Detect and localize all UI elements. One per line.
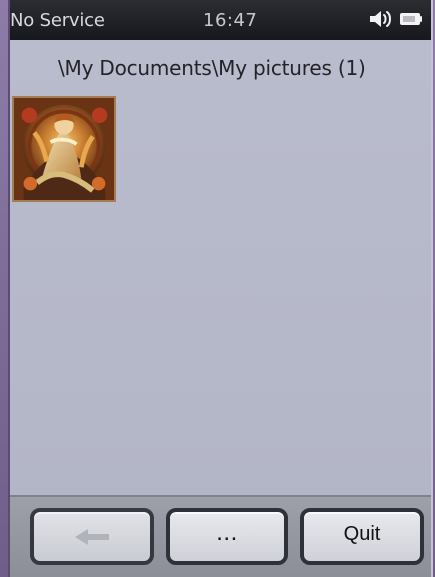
quit-button-label: Quit bbox=[343, 523, 381, 545]
clock: 16:47 bbox=[203, 10, 258, 31]
back-arrow-icon bbox=[70, 526, 114, 548]
device-screen: No Service 16:47 \My Documents\My pictur… bbox=[8, 0, 433, 577]
folder-path: \My Documents\My pictures (1) bbox=[58, 56, 366, 80]
back-button[interactable] bbox=[30, 508, 154, 565]
battery-icon bbox=[399, 10, 423, 28]
picture-thumbnail[interactable] bbox=[12, 96, 116, 202]
file-browser: \My Documents\My pictures (1) bbox=[10, 40, 431, 495]
bottom-action-bar: ... Quit bbox=[10, 495, 431, 577]
speaker-icon bbox=[368, 8, 392, 30]
carrier-status: No Service bbox=[10, 10, 105, 31]
more-button-label: ... bbox=[216, 518, 238, 546]
quit-button[interactable]: Quit bbox=[300, 508, 424, 565]
more-button[interactable]: ... bbox=[166, 508, 288, 565]
status-icons bbox=[368, 8, 423, 30]
status-bar: No Service 16:47 bbox=[10, 0, 431, 40]
